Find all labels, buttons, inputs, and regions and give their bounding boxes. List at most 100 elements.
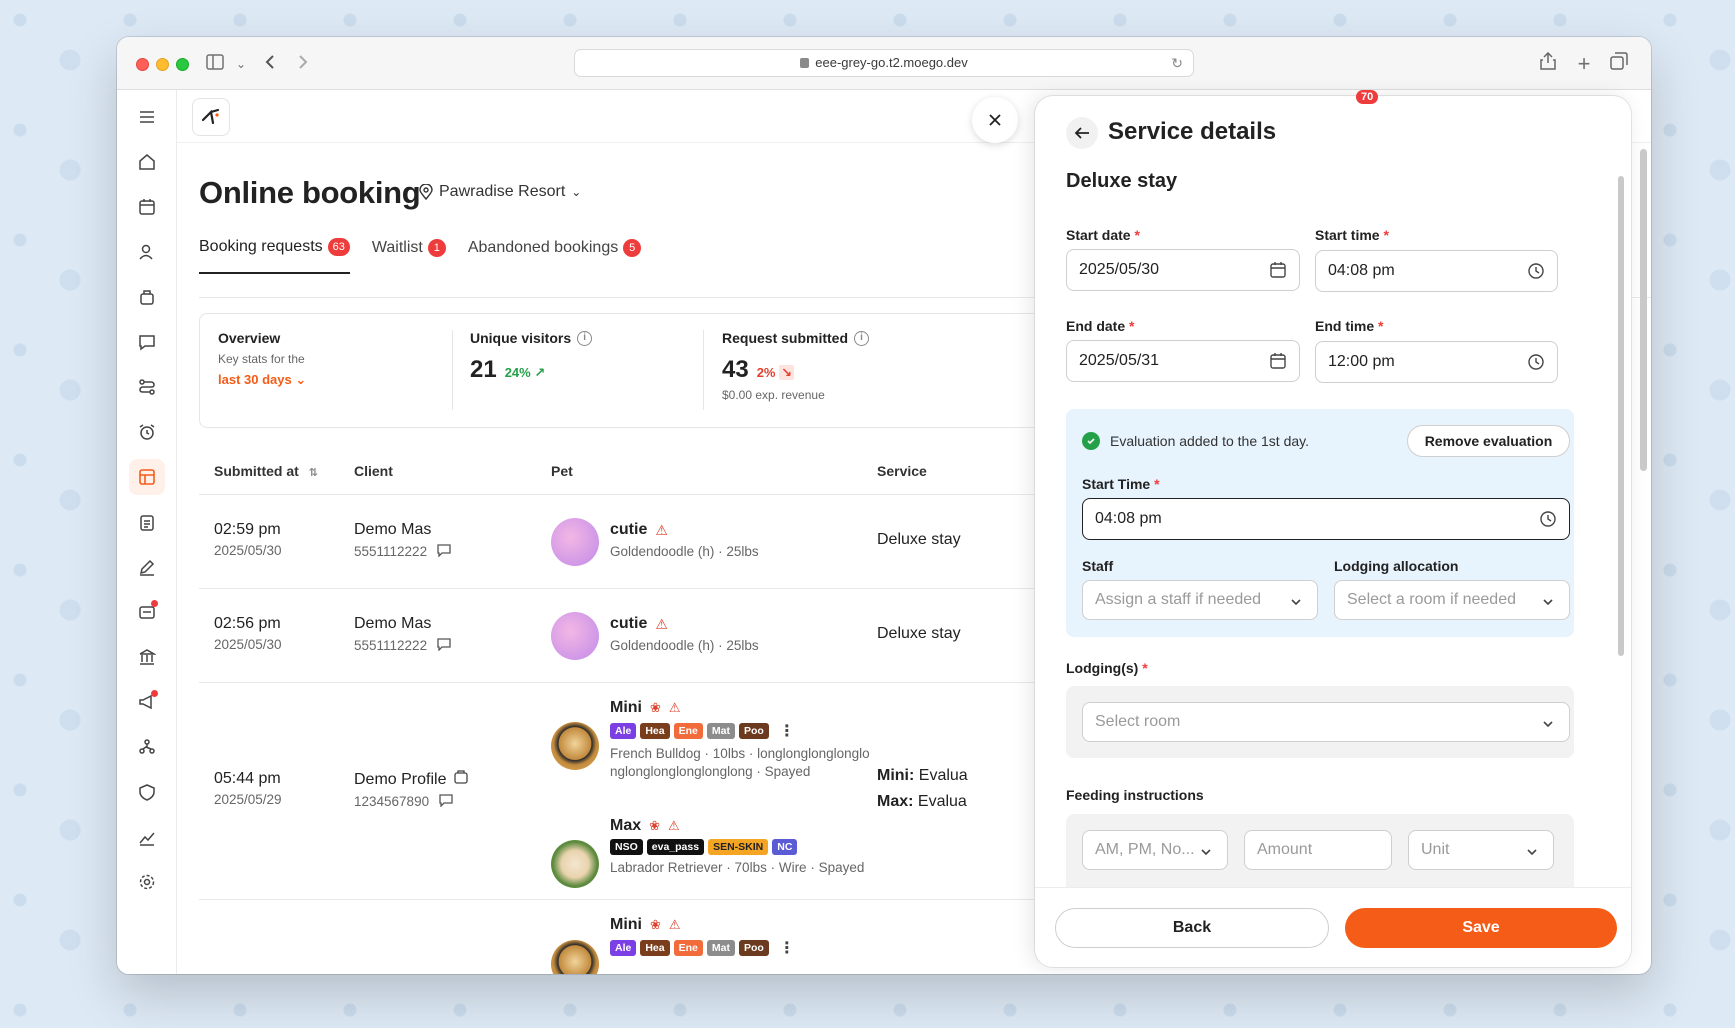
end-date-label: End date *	[1066, 318, 1135, 334]
location-selector[interactable]: Pawradise Resort ⌄	[419, 183, 581, 201]
tab-abandoned-bookings[interactable]: Abandoned bookings 5	[468, 238, 642, 274]
message-icon[interactable]	[437, 543, 451, 560]
reload-icon[interactable]: ↻	[1171, 50, 1183, 76]
column-label: Pet	[551, 463, 573, 479]
address-bar[interactable]: eee-grey-go.t2.moego.dev ↻	[574, 49, 1194, 77]
drawer-back-button[interactable]	[1066, 117, 1098, 149]
period-label: last 30 days	[218, 372, 292, 387]
eval-start-time-label: Start Time *	[1082, 476, 1160, 492]
reports-icon[interactable]	[129, 819, 165, 855]
client-name[interactable]: Demo Mas	[354, 615, 451, 633]
column-pet: Pet	[551, 463, 573, 479]
pet-tag: Ale	[610, 940, 637, 956]
marketing-icon[interactable]	[129, 594, 165, 630]
calendar-icon[interactable]	[129, 189, 165, 225]
clients-icon[interactable]	[129, 234, 165, 270]
feeding-amount-input[interactable]: Amount	[1244, 830, 1392, 870]
message-icon[interactable]	[439, 793, 453, 810]
pen-icon[interactable]	[129, 549, 165, 585]
feeding-unit-select[interactable]: Unit	[1408, 830, 1554, 870]
end-time-field[interactable]: 12:00 pm	[1315, 341, 1558, 383]
pet-name[interactable]: Max	[610, 817, 641, 835]
field-value: 12:00 pm	[1328, 353, 1395, 370]
alarm-icon[interactable]	[129, 414, 165, 450]
lodging-allocation-select[interactable]: Select a room if needed	[1334, 580, 1570, 620]
tabs-overview-icon[interactable]	[1607, 52, 1631, 76]
new-tab-icon[interactable]: +	[1572, 52, 1596, 76]
period-selector[interactable]: last 30 days ⌄	[218, 372, 306, 388]
close-drawer-button[interactable]	[972, 97, 1018, 143]
menu-icon[interactable]	[129, 99, 165, 135]
pet-tags: Ale Hea Ene Mat Poo ⋮	[610, 721, 870, 741]
column-submitted-at[interactable]: Submitted at ⇅	[214, 463, 318, 479]
pet-name[interactable]: Mini	[610, 699, 642, 717]
more-vertical-icon[interactable]: ⋮	[779, 721, 795, 741]
end-time-label: End time *	[1315, 318, 1384, 334]
url-text: eee-grey-go.t2.moego.dev	[815, 55, 968, 70]
network-icon[interactable]	[129, 729, 165, 765]
clipboard-icon[interactable]	[129, 504, 165, 540]
start-date-field[interactable]: 2025/05/30	[1066, 249, 1300, 291]
pet-tag: Ale	[610, 723, 637, 739]
back-button[interactable]: Back	[1055, 908, 1329, 948]
table-header: Submitted at ⇅ Client Pet Service	[199, 450, 1119, 495]
lodging-room-select[interactable]: Select room	[1082, 702, 1570, 742]
settings-gear-icon[interactable]	[129, 864, 165, 900]
feeding-panel: AM, PM, No... Amount Unit	[1066, 814, 1574, 894]
sidebar-toggle-icon[interactable]	[203, 52, 227, 76]
shop-icon[interactable]	[129, 279, 165, 315]
field-placeholder: Assign a staff if needed	[1095, 591, 1262, 608]
requests-submitted-stat: Request submitted i 43 2% ↘ $0.00 exp. rev…	[722, 330, 870, 402]
close-window-button[interactable]	[136, 58, 149, 71]
routes-icon[interactable]	[129, 369, 165, 405]
table-row[interactable]: 02:59 pm 2025/05/30 Demo Mas 5551112222 …	[199, 495, 1119, 589]
drawer-title: Service details	[1108, 118, 1277, 145]
back-arrow-icon[interactable]	[258, 52, 282, 76]
drawer-scrollbar[interactable]	[1618, 176, 1624, 656]
message-icon[interactable]	[437, 637, 451, 654]
online-booking-icon[interactable]	[129, 459, 165, 495]
table-row[interactable]: 02:56 pm 2025/05/30 Demo Mas 5551112222 …	[199, 589, 1119, 683]
staff-select[interactable]: Assign a staff if needed	[1082, 580, 1318, 620]
maximize-window-button[interactable]	[176, 58, 189, 71]
app-logo[interactable]	[192, 98, 230, 136]
requests-title: Request submitted	[722, 330, 849, 346]
client-name[interactable]: Demo Mas	[354, 521, 451, 539]
chevron-down-icon[interactable]: ⌄	[229, 52, 253, 76]
feeding-instructions-label: Feeding instructions	[1066, 787, 1204, 803]
pet-description: Goldendoodle (h) · 25lbs	[610, 638, 759, 653]
share-icon[interactable]	[1536, 51, 1560, 76]
end-date-field[interactable]: 2025/05/31	[1066, 340, 1300, 382]
client-name[interactable]: Demo Profile	[354, 771, 446, 789]
remove-evaluation-button[interactable]: Remove evaluation	[1407, 425, 1570, 457]
more-vertical-icon[interactable]: ⋮	[779, 938, 795, 958]
pet-name[interactable]: cutie	[610, 615, 647, 633]
minimize-window-button[interactable]	[156, 58, 169, 71]
pet-name[interactable]: Mini	[610, 916, 642, 934]
label-text: Start Time	[1082, 476, 1151, 492]
info-icon[interactable]: i	[854, 330, 870, 346]
table-row[interactable]: 05:44 pm 2025/05/29 Demo Profile 1234567…	[199, 683, 1119, 900]
pet-name[interactable]: cutie	[610, 521, 647, 539]
tab-label: Booking requests	[199, 238, 323, 255]
feeding-schedule-select[interactable]: AM, PM, No...	[1082, 830, 1228, 870]
save-button[interactable]: Save	[1345, 908, 1617, 948]
pet-tag: Ene	[673, 940, 703, 956]
home-icon[interactable]	[129, 144, 165, 180]
info-icon[interactable]: i	[577, 330, 593, 346]
eval-start-time-field[interactable]: 04:08 pm	[1082, 498, 1570, 540]
tab-booking-requests[interactable]: Booking requests 63	[199, 238, 350, 274]
label-text: End time	[1315, 318, 1375, 334]
megaphone-icon[interactable]	[129, 684, 165, 720]
start-time-field[interactable]: 04:08 pm	[1315, 250, 1558, 292]
shield-heart-icon[interactable]	[129, 774, 165, 810]
messages-icon[interactable]	[129, 324, 165, 360]
tab-waitlist[interactable]: Waitlist 1	[372, 238, 446, 274]
chevron-down-icon	[1543, 599, 1553, 606]
page-scrollbar[interactable]	[1640, 149, 1647, 471]
sort-icon: ⇅	[308, 467, 318, 479]
table-row[interactable]: Mini ❀ ⚠ Ale Hea Ene Mat Poo ⋮	[199, 900, 1119, 974]
forward-arrow-icon[interactable]	[291, 52, 315, 76]
bank-icon[interactable]	[129, 639, 165, 675]
pet-tag: Poo	[738, 940, 769, 956]
